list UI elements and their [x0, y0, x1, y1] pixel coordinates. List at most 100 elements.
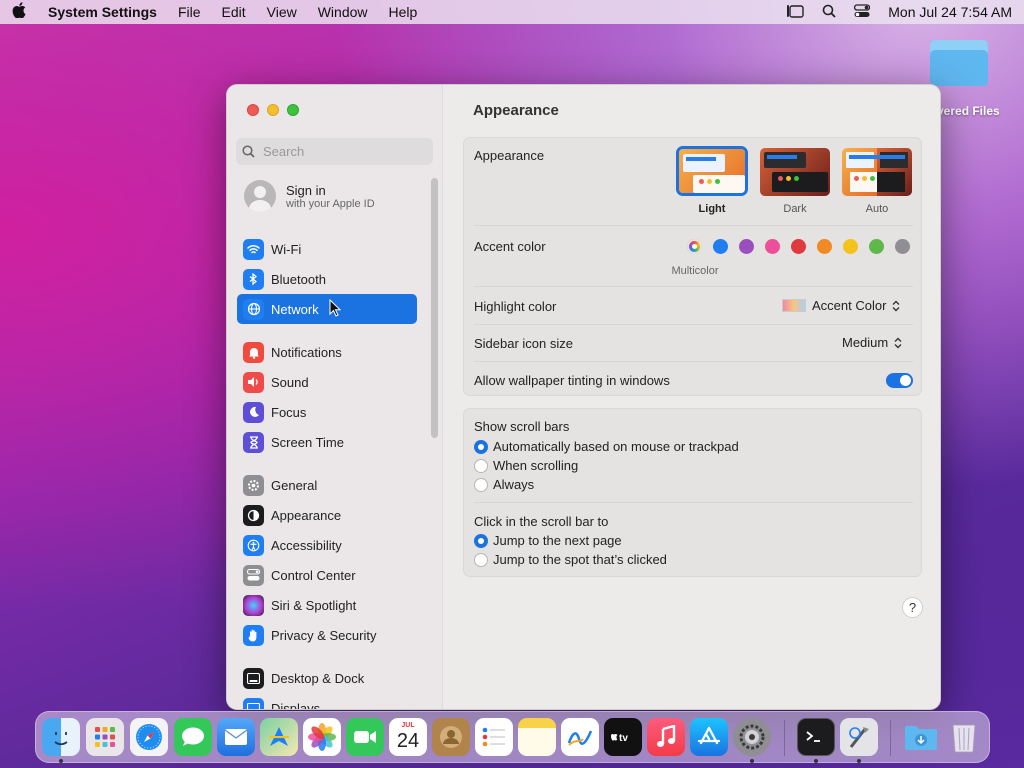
scroll-auto-radio[interactable]	[474, 440, 488, 454]
zoom-button[interactable]	[287, 104, 299, 116]
scroll-always-radio[interactable]	[474, 478, 488, 492]
sidebar-item-wifi[interactable]: Wi-Fi	[237, 234, 417, 264]
mail-icon[interactable]	[217, 718, 255, 756]
sidebar-item-appearance[interactable]: Appearance	[237, 500, 417, 530]
wallpaper-tinting-toggle[interactable]	[886, 373, 913, 388]
menu-file[interactable]: File	[178, 4, 201, 20]
finder-icon[interactable]	[42, 718, 80, 756]
appearance-light-label: Light	[698, 203, 726, 215]
accent-pink-swatch[interactable]	[765, 239, 780, 254]
downloads-folder-icon[interactable]	[902, 718, 940, 756]
safari-icon[interactable]	[130, 718, 168, 756]
app-menu[interactable]: System Settings	[48, 4, 157, 20]
system-settings-icon[interactable]	[733, 718, 771, 756]
close-button[interactable]	[247, 104, 259, 116]
sidebar-item-label: Control Center	[271, 567, 356, 583]
globe-icon	[243, 298, 264, 320]
sidebar-icon-size-popup[interactable]: Medium	[842, 335, 902, 350]
control-center-icon	[243, 564, 264, 586]
apple-id-signin[interactable]: Sign in with your Apple ID	[244, 180, 375, 212]
sidebar-item-control-center[interactable]: Control Center	[237, 560, 417, 590]
sidebar-item-bluetooth[interactable]: Bluetooth	[237, 264, 417, 294]
accent-yellow-swatch[interactable]	[843, 239, 858, 254]
accent-green-swatch[interactable]	[869, 239, 884, 254]
scrollbar-card: Show scroll bars Automatically based on …	[463, 408, 922, 577]
accent-blue-swatch[interactable]	[713, 239, 728, 254]
accent-orange-swatch[interactable]	[817, 239, 832, 254]
maps-icon[interactable]	[260, 718, 298, 756]
sidebar-scrollbar[interactable]	[431, 178, 438, 438]
calendar-month: JUL	[401, 722, 415, 729]
spotlight-search-icon[interactable]	[822, 4, 836, 21]
contacts-icon[interactable]	[432, 718, 470, 756]
photos-icon[interactable]	[303, 718, 341, 756]
control-center-icon[interactable]	[854, 3, 871, 21]
appearance-light-option[interactable]	[676, 146, 748, 196]
wallpaper-tinting-label: Allow wallpaper tinting in windows	[474, 373, 670, 388]
music-icon[interactable]	[647, 718, 685, 756]
highlight-color-value: Accent Color	[812, 298, 887, 313]
messages-icon[interactable]	[174, 718, 212, 756]
menubar-clock[interactable]: Mon Jul 24 7:54 AM	[888, 4, 1012, 20]
apple-menu-icon[interactable]	[12, 2, 28, 22]
sidebar-item-label: Notifications	[271, 344, 342, 360]
stepper-chevrons-icon	[892, 300, 900, 311]
sidebar-item-label: Privacy & Security	[271, 627, 377, 643]
menu-help[interactable]: Help	[389, 4, 418, 20]
gear-icon	[243, 474, 264, 496]
highlight-color-popup[interactable]: Accent Color	[782, 298, 900, 313]
sidebar-item-network[interactable]: Network	[237, 294, 417, 324]
script-editor-icon[interactable]	[840, 718, 878, 756]
sidebar-item-label: Appearance	[271, 507, 342, 523]
sidebar-item-sound[interactable]: Sound	[237, 367, 417, 397]
facetime-icon[interactable]	[346, 718, 384, 756]
reminders-icon[interactable]	[475, 718, 513, 756]
apple-tv-icon[interactable]: tv	[604, 718, 642, 756]
scroll-when-scrolling-radio[interactable]	[474, 459, 488, 473]
accent-graphite-swatch[interactable]	[895, 239, 910, 254]
appearance-dark-option[interactable]	[760, 148, 830, 196]
search-field[interactable]: Search	[236, 138, 433, 165]
sidebar-item-displays[interactable]: Displays	[237, 693, 417, 709]
appearance-auto-option[interactable]	[842, 148, 912, 196]
signin-subtitle: with your Apple ID	[286, 197, 375, 210]
freeform-icon[interactable]	[561, 718, 599, 756]
sidebar-item-label: Siri & Spotlight	[271, 597, 357, 613]
running-indicator	[59, 759, 63, 763]
sidebar-item-screen-time[interactable]: Screen Time	[237, 427, 417, 457]
accent-multicolor-swatch[interactable]	[687, 239, 702, 254]
click-next-page-radio[interactable]	[474, 534, 488, 548]
stepper-chevrons-icon	[894, 337, 902, 348]
launchpad-icon[interactable]	[86, 718, 124, 756]
appearance-dark-label: Dark	[783, 203, 807, 215]
click-spot-radio[interactable]	[474, 553, 488, 567]
minimize-button[interactable]	[267, 104, 279, 116]
desktop-folder-label[interactable]: vered Files	[937, 104, 1000, 118]
show-scroll-bars-label: Show scroll bars	[474, 419, 570, 434]
sidebar-item-siri-spotlight[interactable]: Siri & Spotlight	[237, 590, 417, 620]
sidebar-item-notifications[interactable]: Notifications	[237, 337, 417, 367]
help-button[interactable]: ?	[902, 597, 923, 618]
accessibility-icon	[243, 534, 264, 556]
terminal-icon[interactable]	[797, 718, 835, 756]
sidebar-item-privacy-security[interactable]: Privacy & Security	[237, 620, 417, 650]
accent-purple-swatch[interactable]	[739, 239, 754, 254]
stage-manager-icon[interactable]	[786, 4, 804, 21]
settings-window: Search Sign in with your Apple ID Wi-Fi …	[226, 84, 941, 710]
menu-edit[interactable]: Edit	[222, 4, 246, 20]
sidebar-item-desktop-dock[interactable]: Desktop & Dock	[237, 663, 417, 693]
sidebar-item-accessibility[interactable]: Accessibility	[237, 530, 417, 560]
calendar-icon[interactable]: JUL 24	[389, 718, 427, 756]
app-store-icon[interactable]	[690, 718, 728, 756]
svg-text:tv: tv	[619, 733, 628, 744]
trash-icon[interactable]	[945, 718, 983, 756]
notes-icon[interactable]	[518, 718, 556, 756]
display-icon	[243, 697, 264, 709]
menu-window[interactable]: Window	[318, 4, 368, 20]
sidebar-item-focus[interactable]: Focus	[237, 397, 417, 427]
scroll-auto-label: Automatically based on mouse or trackpad	[493, 439, 739, 454]
sidebar-item-general[interactable]: General	[237, 470, 417, 500]
menu-view[interactable]: View	[267, 4, 297, 20]
divider	[474, 361, 913, 362]
accent-red-swatch[interactable]	[791, 239, 806, 254]
